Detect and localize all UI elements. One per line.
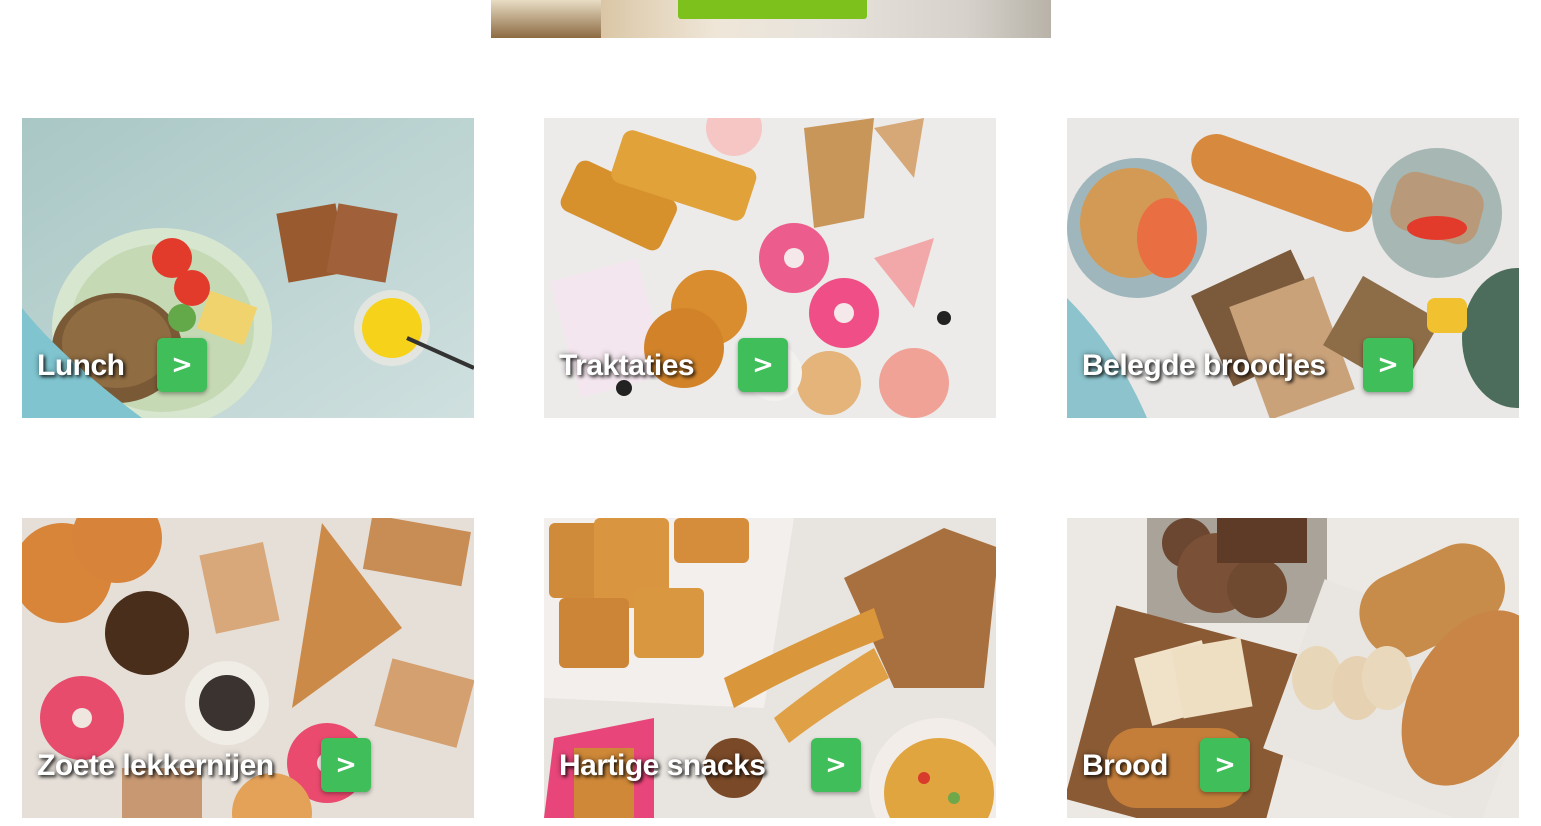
- tile-arrow-button[interactable]: >: [1200, 738, 1250, 792]
- tile-arrow-button[interactable]: >: [738, 338, 788, 392]
- category-tile-brood[interactable]: Brood >: [1067, 518, 1519, 818]
- tile-arrow-button[interactable]: >: [811, 738, 861, 792]
- banner-cta-button[interactable]: [678, 0, 867, 19]
- tile-label: Lunch: [37, 349, 125, 382]
- category-tile-traktaties[interactable]: Traktaties >: [544, 118, 996, 418]
- tile-arrow-button[interactable]: >: [1363, 338, 1413, 392]
- category-tile-belegde-broodjes[interactable]: Belegde broodjes >: [1067, 118, 1519, 418]
- tile-arrow-button[interactable]: >: [157, 338, 207, 392]
- category-tile-lunch[interactable]: Lunch >: [22, 118, 474, 418]
- page: Lunch > Traktaties > Belegde broodjes > …: [0, 0, 1541, 826]
- category-tile-hartige-snacks[interactable]: Hartige snacks >: [544, 518, 996, 818]
- tile-label: Traktaties: [559, 349, 695, 382]
- tile-label: Zoete lekkernijen: [37, 749, 274, 782]
- tile-label: Brood: [1082, 749, 1168, 782]
- tile-label: Hartige snacks: [559, 749, 766, 782]
- tile-arrow-button[interactable]: >: [321, 738, 371, 792]
- top-banner-image: [491, 0, 1051, 38]
- tile-label: Belegde broodjes: [1082, 349, 1326, 382]
- category-tile-zoete-lekkernijen[interactable]: Zoete lekkernijen >: [22, 518, 474, 818]
